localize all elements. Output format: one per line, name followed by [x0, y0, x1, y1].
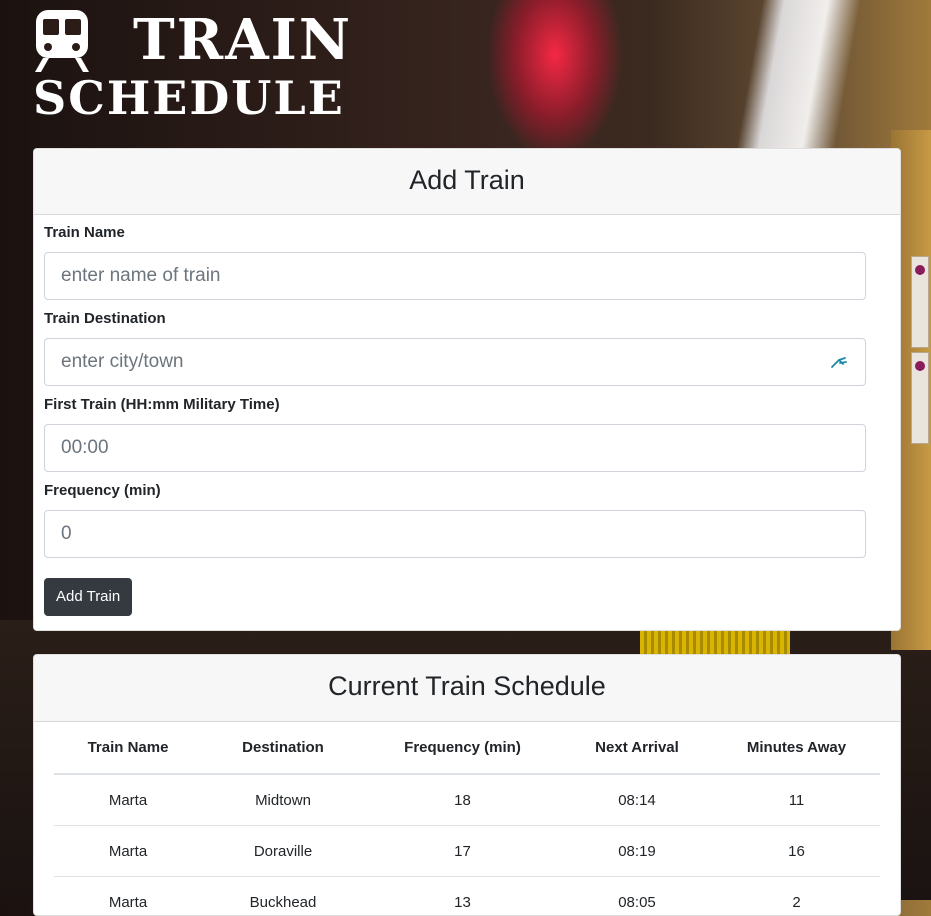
- frequency-placeholder: 0: [61, 523, 72, 545]
- train-name-placeholder: enter name of train: [61, 265, 220, 287]
- page-header: TRAIN SCHEDULE: [33, 8, 378, 120]
- add-train-form: Train Name enter name of train Train Des…: [34, 215, 900, 616]
- column-header-minutes-away: Minutes Away: [713, 722, 880, 774]
- table-cell: 11: [713, 774, 880, 826]
- table-cell: 08:19: [561, 826, 713, 877]
- table-cell: 16: [713, 826, 880, 877]
- table-header-row: Train Name Destination Frequency (min) N…: [54, 722, 880, 774]
- frequency-label: Frequency (min): [44, 481, 867, 501]
- table-cell: 08:14: [561, 774, 713, 826]
- add-train-title: Add Train: [34, 149, 900, 215]
- column-header-next-arrival: Next Arrival: [561, 722, 713, 774]
- table-row: Marta Buckhead 13 08:05 2: [54, 877, 880, 916]
- schedule-table: Train Name Destination Frequency (min) N…: [54, 722, 880, 916]
- table-cell: 2: [713, 877, 880, 916]
- background-platform-edge: [640, 628, 790, 654]
- table-row: Marta Doraville 17 08:19 16: [54, 826, 880, 877]
- first-train-placeholder: 00:00: [61, 437, 109, 459]
- table-cell: 08:05: [561, 877, 713, 916]
- train-name-input[interactable]: enter name of train: [44, 252, 866, 300]
- train-name-label: Train Name: [44, 223, 867, 243]
- train-destination-label: Train Destination: [44, 309, 867, 329]
- column-header-destination: Destination: [202, 722, 364, 774]
- autofill-icon[interactable]: [829, 352, 849, 372]
- table-cell: Marta: [54, 826, 202, 877]
- first-train-input[interactable]: 00:00: [44, 424, 866, 472]
- train-destination-input[interactable]: enter city/town: [44, 338, 866, 386]
- column-header-train-name: Train Name: [54, 722, 202, 774]
- page-title-line1: TRAIN: [133, 8, 352, 72]
- page-title-line2: SCHEDULE: [33, 72, 345, 124]
- table-cell: 18: [364, 774, 561, 826]
- table-cell: Buckhead: [202, 877, 364, 916]
- frequency-input[interactable]: 0: [44, 510, 866, 558]
- table-cell: Doraville: [202, 826, 364, 877]
- table-cell: Marta: [54, 877, 202, 916]
- table-row: Marta Midtown 18 08:14 11: [54, 774, 880, 826]
- table-cell: 17: [364, 826, 561, 877]
- schedule-card: Current Train Schedule Train Name Destin…: [33, 654, 901, 916]
- background-poster: [911, 352, 929, 444]
- add-train-card: Add Train Train Name enter name of train…: [33, 148, 901, 631]
- train-icon: [33, 10, 91, 72]
- table-cell: 13: [364, 877, 561, 916]
- add-train-button[interactable]: Add Train: [44, 578, 132, 616]
- train-destination-placeholder: enter city/town: [61, 351, 184, 373]
- table-cell: Marta: [54, 774, 202, 826]
- first-train-label: First Train (HH:mm Military Time): [44, 395, 867, 415]
- table-cell: Midtown: [202, 774, 364, 826]
- column-header-frequency: Frequency (min): [364, 722, 561, 774]
- schedule-title: Current Train Schedule: [34, 655, 900, 722]
- background-poster: [911, 256, 929, 348]
